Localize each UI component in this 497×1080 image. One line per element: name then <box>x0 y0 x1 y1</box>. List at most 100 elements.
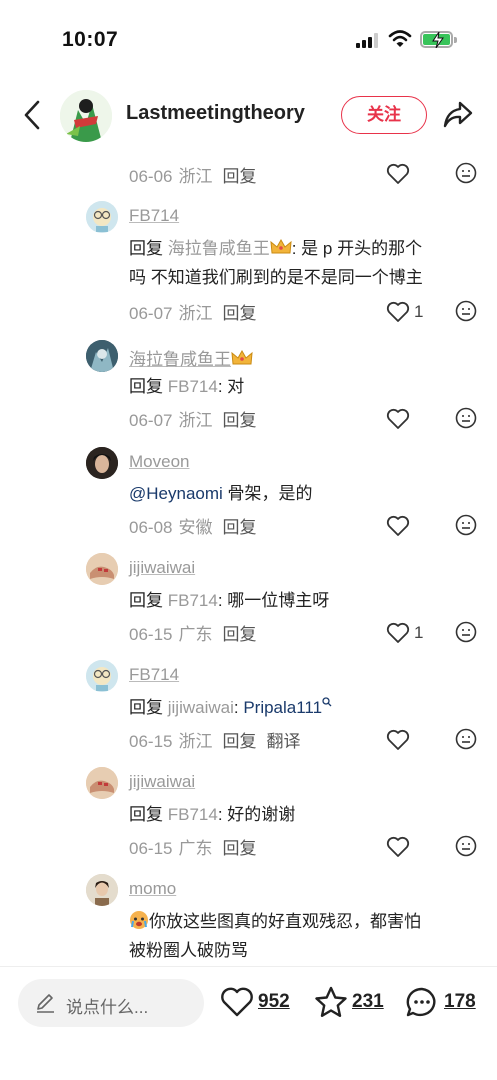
avatar[interactable] <box>86 874 118 906</box>
post-like-count: 952 <box>258 991 290 1012</box>
comments-button[interactable]: 178 <box>405 986 485 1018</box>
comment-body: : 好的谢谢 <box>217 805 296 824</box>
like-count: 1 <box>414 302 424 321</box>
reply-button[interactable]: 回复 <box>222 732 256 751</box>
dislike-face-icon[interactable] <box>455 728 477 750</box>
comment-username[interactable]: Moveon <box>129 452 189 472</box>
comment-text: 回复 FB714: 好的谢谢 <box>129 800 479 829</box>
comment-body: : 哪一位博主呀 <box>217 591 330 610</box>
cellular-signal-icon <box>356 33 380 48</box>
avatar[interactable] <box>86 767 118 799</box>
reply-prefix: 回复 <box>129 805 163 824</box>
dislike-face-icon[interactable] <box>455 300 477 322</box>
comment-location: 浙江 <box>178 732 213 751</box>
comment-username[interactable]: FB714 <box>129 665 179 685</box>
comment-username[interactable]: 海拉鲁咸鱼王 <box>129 345 253 370</box>
comment-date: 06-15 <box>129 732 173 751</box>
reply-button[interactable]: 回复 <box>222 625 256 644</box>
reply-button[interactable]: 回复 <box>222 518 256 537</box>
reply-target[interactable]: FB714 <box>168 591 218 610</box>
like-button[interactable]: 1 <box>386 300 446 324</box>
dislike-face-icon[interactable] <box>455 514 477 536</box>
reply-button[interactable]: 回复 <box>222 167 256 186</box>
dislike-face-icon[interactable] <box>455 621 477 643</box>
comment-username[interactable]: momo <box>129 879 176 899</box>
reply-button[interactable]: 回复 <box>222 411 256 430</box>
reply-target[interactable]: 海拉鲁咸鱼王 <box>168 239 270 258</box>
status-bar: 10:07 <box>0 0 497 80</box>
reply-prefix: 回复 <box>129 591 163 610</box>
heart-icon[interactable] <box>386 728 446 752</box>
comment-username[interactable]: jijiwaiwai <box>129 558 195 578</box>
favorite-button[interactable]: 231 <box>314 986 390 1018</box>
avatar[interactable] <box>86 340 118 372</box>
comment-text: 你放这些图真的好直观残忍，都害怕 被粉圈人破防骂 <box>129 907 479 965</box>
star-icon <box>315 986 347 1017</box>
search-icon <box>322 697 332 707</box>
comment-date: 06-07 <box>129 304 173 323</box>
comment-meta: 06-15 浙江 回复 翻译 <box>129 727 300 751</box>
post-like-button[interactable]: 952 <box>220 986 300 1018</box>
comment-text: 回复 FB714: 对 <box>129 372 479 401</box>
mention-link[interactable]: @Heynaomi <box>129 484 223 503</box>
comment-text: 回复 海拉鲁咸鱼王: 是 p 开头的那个 吗 不知道我们刷到的是不是同一个博主 <box>129 234 479 292</box>
post-header: Lastmeetingtheory 关注 <box>0 80 497 150</box>
heart-icon[interactable] <box>386 514 446 538</box>
comment-text: @Heynaomi 骨架，是的 <box>129 479 479 508</box>
reply-target[interactable]: FB714 <box>168 377 218 396</box>
comment-location: 浙江 <box>178 304 213 323</box>
avatar[interactable] <box>86 660 118 692</box>
heart-icon <box>386 301 410 322</box>
dislike-face-icon[interactable] <box>455 162 477 184</box>
comment-location: 安徽 <box>178 518 213 537</box>
like-button[interactable]: 1 <box>386 621 446 645</box>
comment-location: 广东 <box>178 839 213 858</box>
reply-button[interactable]: 回复 <box>222 839 256 858</box>
reply-prefix: 回复 <box>129 698 163 717</box>
comment-body: : 对 <box>217 377 245 396</box>
comment-username[interactable]: jijiwaiwai <box>129 772 195 792</box>
dislike-face-icon[interactable] <box>455 835 477 857</box>
heart-icon[interactable] <box>386 407 446 431</box>
comment-body: 骨架，是的 <box>222 484 313 503</box>
comment-location: 浙江 <box>178 411 213 430</box>
comment-meta: 06-08 安徽 回复 <box>129 513 256 537</box>
comment-list: 06-06 浙江 回复 FB714 回复 海拉鲁咸鱼王: 是 p 开头的那个 吗 不… <box>0 150 497 965</box>
follow-button[interactable]: 关注 <box>341 96 427 134</box>
comment-meta: 06-15 广东 回复 <box>129 834 256 858</box>
avatar[interactable] <box>86 201 118 233</box>
comment-meta: 06-06 浙江 回复 <box>129 162 256 186</box>
heart-icon[interactable] <box>386 162 446 186</box>
author-name[interactable]: Lastmeetingtheory <box>126 102 305 125</box>
comment-location: 广东 <box>178 625 213 644</box>
heart-icon <box>221 987 253 1017</box>
dislike-face-icon[interactable] <box>455 407 477 429</box>
status-time: 10:07 <box>62 28 119 51</box>
comment-input[interactable]: 说点什么... <box>18 979 204 1027</box>
comment-date: 06-07 <box>129 411 173 430</box>
heart-icon[interactable] <box>386 835 446 859</box>
crown-icon <box>231 349 253 365</box>
reply-prefix: 回复 <box>129 377 163 396</box>
avatar[interactable] <box>86 447 118 479</box>
comment-username[interactable]: FB714 <box>129 206 179 226</box>
reply-target[interactable]: FB714 <box>168 805 218 824</box>
wifi-icon <box>388 30 412 47</box>
battery-icon <box>420 31 457 48</box>
share-icon[interactable] <box>442 100 474 130</box>
translate-button[interactable]: 翻译 <box>266 732 300 751</box>
comment-date: 06-06 <box>129 167 173 186</box>
back-arrow-icon[interactable] <box>20 98 44 132</box>
crown-icon <box>270 238 292 254</box>
comment-colon: : <box>233 698 244 717</box>
comment-text-line1: 你放这些图真的好直观残忍，都害怕 <box>149 912 421 931</box>
comment-text-line2: 吗 不知道我们刷到的是不是同一个博主 <box>129 268 423 287</box>
search-link[interactable]: Pripala111 <box>243 698 322 717</box>
avatar[interactable] <box>86 553 118 585</box>
comment-date: 06-08 <box>129 518 173 537</box>
reply-button[interactable]: 回复 <box>222 304 256 323</box>
author-avatar[interactable] <box>60 90 112 142</box>
reply-target[interactable]: jijiwaiwai <box>168 698 234 717</box>
comment-text: 回复 FB714: 哪一位博主呀 <box>129 586 479 615</box>
comment-input-placeholder: 说点什么... <box>66 998 149 1017</box>
